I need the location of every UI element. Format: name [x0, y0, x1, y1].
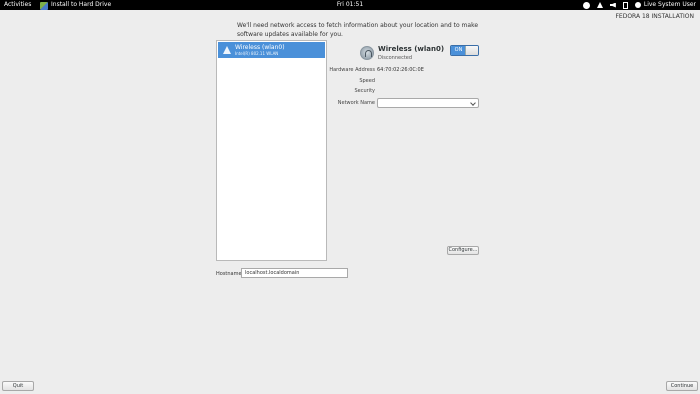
device-status: Disconnected: [378, 55, 413, 61]
product-title: FEDORA 18 INSTALLATION: [615, 13, 694, 20]
user-icon[interactable]: [634, 2, 641, 8]
list-item-wlan0[interactable]: Wireless (wlan0) Intel(R) 802.11 WLAN: [218, 42, 325, 58]
quit-button[interactable]: Quit: [2, 381, 34, 391]
battery-icon[interactable]: [622, 1, 628, 9]
continue-button[interactable]: Continue: [666, 381, 698, 391]
toggle-on-label: ON: [451, 46, 466, 55]
device-name: Wireless (wlan0): [235, 43, 285, 51]
intro-text: We'll need network access to fetch infor…: [237, 22, 479, 38]
network-name-label: Network Name: [337, 100, 375, 106]
wireless-icon: [222, 45, 231, 55]
hostname-label: Hostname:: [216, 271, 244, 277]
hardware-address-value: 64:70:02:26:0C:0E: [377, 67, 424, 73]
device-subtitle: Intel(R) 802.11 WLAN: [235, 50, 279, 56]
network-name-dropdown[interactable]: [377, 98, 479, 108]
system-tray: Live System User: [576, 0, 696, 10]
toggle-knob[interactable]: [465, 46, 478, 55]
wireless-device-icon: [360, 46, 374, 60]
accessibility-icon[interactable]: [582, 1, 590, 9]
hardware-address-label: Hardware Address: [329, 67, 375, 73]
speed-label: Speed: [359, 78, 375, 84]
security-label: Security: [354, 88, 375, 94]
chevron-down-icon: [470, 100, 476, 106]
wireless-toggle[interactable]: ON: [450, 45, 479, 56]
configure-button[interactable]: Configure...: [447, 246, 479, 255]
device-title: Wireless (wlan0): [378, 45, 445, 53]
network-icon[interactable]: [596, 2, 603, 8]
volume-icon[interactable]: [609, 2, 616, 8]
network-device-list[interactable]: Wireless (wlan0) Intel(R) 802.11 WLAN: [216, 40, 327, 261]
hostname-input[interactable]: localhost.localdomain: [241, 268, 348, 278]
top-bar: Activities Install to Hard Drive Fri 01:…: [0, 0, 700, 10]
user-menu[interactable]: Live System User: [644, 0, 696, 10]
